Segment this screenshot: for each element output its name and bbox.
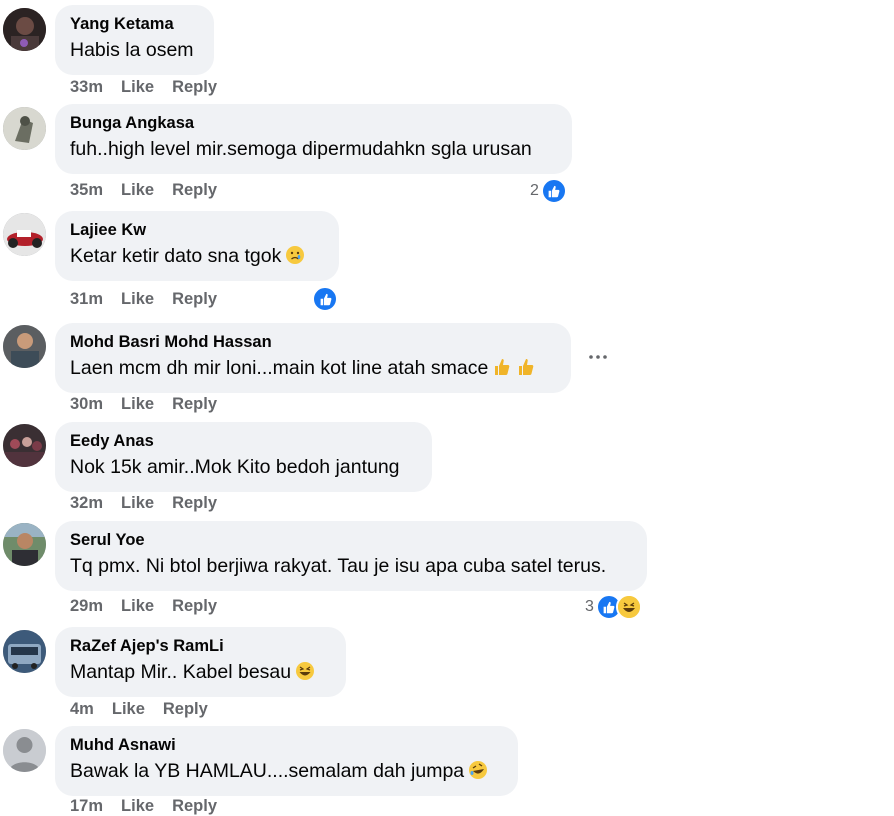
like-reaction-icon xyxy=(540,178,567,204)
comment-text: Tq pmx. Ni btol berjiwa rakyat. Tau je i… xyxy=(70,555,607,577)
like-button[interactable]: Like xyxy=(112,700,145,718)
comment-time[interactable]: 35m xyxy=(70,181,103,199)
comment-bubble: Bunga Angkasa fuh..high level mir.semoga… xyxy=(55,104,572,174)
more-options-icon[interactable] xyxy=(588,344,608,364)
comment-time[interactable]: 4m xyxy=(70,700,94,718)
commenter-name[interactable]: Serul Yoe xyxy=(70,530,632,550)
comment-bubble: Serul Yoe Tq pmx. Ni btol berjiwa rakyat… xyxy=(55,521,647,591)
comment-text-body: Bawak la YB HAMLAU....semalam dah jumpa xyxy=(70,760,465,782)
comment-time[interactable]: 33m xyxy=(70,78,103,96)
reaction-summary[interactable]: 2 xyxy=(530,178,567,204)
commenter-name[interactable]: Lajiee Kw xyxy=(70,220,324,240)
commenter-name[interactable]: Eedy Anas xyxy=(70,431,417,451)
avatar[interactable] xyxy=(3,213,46,256)
like-button[interactable]: Like xyxy=(121,181,154,199)
reply-button[interactable]: Reply xyxy=(172,797,217,815)
haha-reaction-icon xyxy=(615,594,642,620)
comment-bubble: Muhd Asnawi Bawak la YB HAMLAU....semala… xyxy=(55,726,518,796)
commenter-name[interactable]: RaZef Ajep's RamLi xyxy=(70,636,331,656)
comment-text-body: Mantap Mir.. Kabel besau xyxy=(70,661,292,683)
avatar[interactable] xyxy=(3,523,46,566)
comment-text: Mantap Mir.. Kabel besau xyxy=(70,659,331,685)
comment-bubble: Eedy Anas Nok 15k amir..Mok Kito bedoh j… xyxy=(55,422,432,492)
thumbs-up-emoji-icon xyxy=(519,359,534,375)
avatar[interactable] xyxy=(3,630,46,673)
comment-actions: 35m Like Reply xyxy=(70,181,235,200)
comment-time[interactable]: 32m xyxy=(70,494,103,512)
comment-actions: 31m Like Reply xyxy=(70,290,235,309)
like-button[interactable]: Like xyxy=(121,78,154,96)
comment-text: Laen mcm dh mir loni...main kot line ata… xyxy=(70,355,556,381)
like-button[interactable]: Like xyxy=(121,290,154,308)
reply-button[interactable]: Reply xyxy=(172,395,217,413)
commenter-name[interactable]: Bunga Angkasa xyxy=(70,113,557,133)
commenter-name[interactable]: Yang Ketama xyxy=(70,14,199,34)
comment-text: Habis la osem xyxy=(70,39,194,61)
like-button[interactable]: Like xyxy=(121,797,154,815)
reaction-count: 2 xyxy=(530,182,539,199)
comment-text-body: Laen mcm dh mir loni...main kot line ata… xyxy=(70,357,489,379)
like-button[interactable]: Like xyxy=(121,395,154,413)
thumbs-up-emoji-icon xyxy=(495,359,510,375)
reply-button[interactable]: Reply xyxy=(172,78,217,96)
avatar[interactable] xyxy=(3,424,46,467)
sad-face-emoji-icon xyxy=(286,246,305,264)
comment-bubble: Yang Ketama Habis la osem xyxy=(55,5,214,75)
comment-time[interactable]: 30m xyxy=(70,395,103,413)
comment-text: Nok 15k amir..Mok Kito bedoh jantung xyxy=(70,456,400,478)
commenter-name[interactable]: Muhd Asnawi xyxy=(70,735,503,755)
comment-bubble: RaZef Ajep's RamLi Mantap Mir.. Kabel be… xyxy=(55,627,346,697)
comment-actions: 33m Like Reply xyxy=(70,78,235,97)
comment-actions: 17m Like Reply xyxy=(70,797,235,816)
commenter-name[interactable]: Mohd Basri Mohd Hassan xyxy=(70,332,556,352)
comment-text: fuh..high level mir.semoga dipermudahkn … xyxy=(70,138,532,160)
like-button[interactable]: Like xyxy=(121,597,154,615)
avatar[interactable] xyxy=(3,107,46,150)
like-reaction-icon xyxy=(312,286,338,312)
reply-button[interactable]: Reply xyxy=(172,494,217,512)
comment-text: Ketar ketir dato sna tgok xyxy=(70,243,324,269)
rolling-laughing-emoji-icon xyxy=(469,761,488,779)
comment-text-body: Ketar ketir dato sna tgok xyxy=(70,245,282,267)
reply-button[interactable]: Reply xyxy=(163,700,208,718)
avatar[interactable] xyxy=(3,8,46,51)
comment-actions: 29m Like Reply xyxy=(70,597,235,616)
comment-time[interactable]: 29m xyxy=(70,597,103,615)
comment-time[interactable]: 17m xyxy=(70,797,103,815)
like-button[interactable]: Like xyxy=(121,494,154,512)
reaction-count: 3 xyxy=(585,598,594,615)
grinning-squint-emoji-icon xyxy=(296,662,315,680)
comment-text: Bawak la YB HAMLAU....semalam dah jumpa xyxy=(70,758,503,784)
reply-button[interactable]: Reply xyxy=(172,181,217,199)
comment-bubble: Mohd Basri Mohd Hassan Laen mcm dh mir l… xyxy=(55,323,571,393)
comment-actions: 4m Like Reply xyxy=(70,700,226,719)
reply-button[interactable]: Reply xyxy=(172,597,217,615)
reaction-summary[interactable] xyxy=(312,286,338,312)
comment-actions: 30m Like Reply xyxy=(70,395,235,414)
avatar[interactable] xyxy=(3,729,46,772)
reaction-summary[interactable]: 3 xyxy=(585,594,642,620)
reply-button[interactable]: Reply xyxy=(172,290,217,308)
comment-bubble: Lajiee Kw Ketar ketir dato sna tgok xyxy=(55,211,339,281)
avatar[interactable] xyxy=(3,325,46,368)
comment-actions: 32m Like Reply xyxy=(70,494,235,513)
comment-time[interactable]: 31m xyxy=(70,290,103,308)
